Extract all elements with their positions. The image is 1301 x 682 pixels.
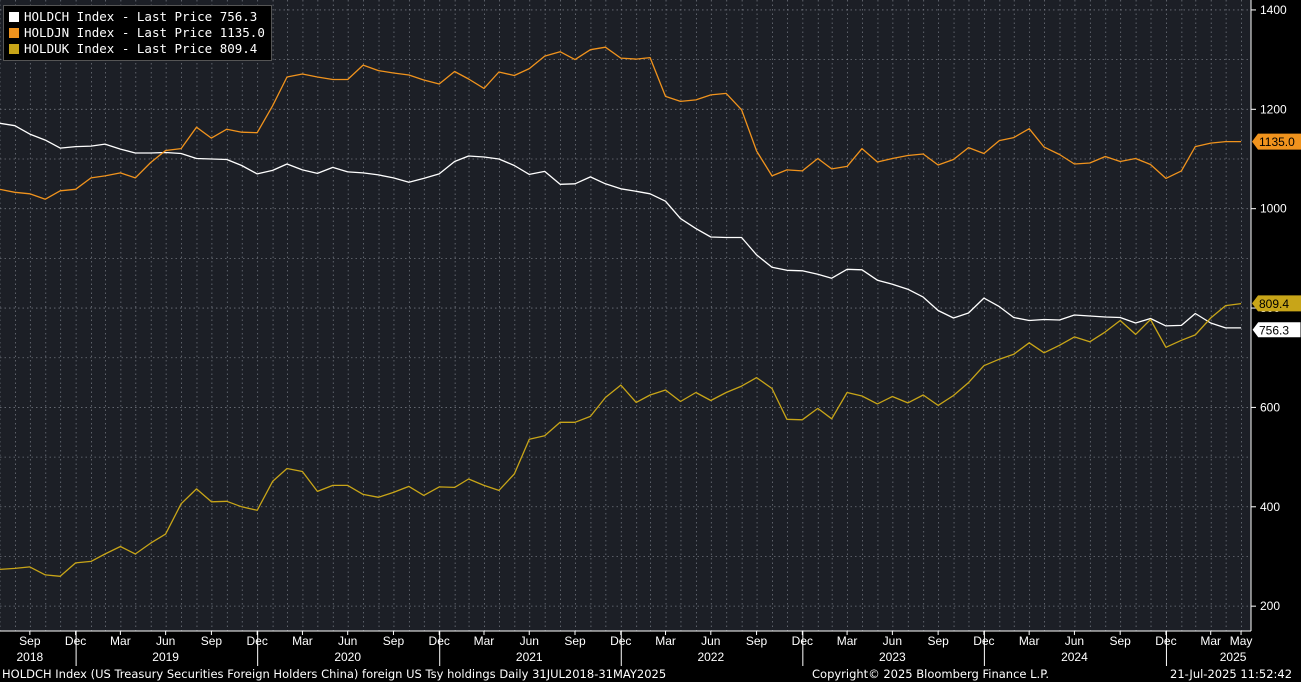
x-tick-label: Jun (701, 634, 720, 648)
x-tick-label: Sep (564, 634, 586, 648)
x-tick-label: Mar (1019, 634, 1040, 648)
legend-ticker: HOLDCH Index (24, 9, 115, 24)
y-tick-label: 200 (1260, 599, 1280, 613)
x-year-label: 2024 (1061, 650, 1088, 664)
last-value-text: 809.4 (1259, 297, 1289, 311)
x-tick-label: Sep (201, 634, 223, 648)
x-tick-label: May (1230, 634, 1253, 648)
x-tick-label: Sep (746, 634, 768, 648)
x-tick-label: Sep (1110, 634, 1132, 648)
x-tick-label: Jun (1065, 634, 1084, 648)
x-year-label: 2020 (334, 650, 361, 664)
footer-copyright: Copyright© 2025 Bloomberg Finance L.P. (812, 667, 1049, 681)
y-tick-label: 1000 (1260, 202, 1287, 216)
footer-description: HOLDCH Index (US Treasury Securities For… (2, 667, 667, 681)
x-tick-label: Jun (338, 634, 357, 648)
x-tick-label: Sep (927, 634, 949, 648)
x-tick-label: Jun (883, 634, 902, 648)
x-year-label: 2019 (152, 650, 179, 664)
x-tick-label: Sep (383, 634, 405, 648)
legend-last-value: 756.3 (219, 9, 258, 24)
y-tick-label: 1400 (1260, 3, 1287, 17)
plot-background (0, 0, 1251, 631)
legend-swatch-holdjn (9, 28, 19, 38)
footer: HOLDCH Index (US Treasury Securities For… (0, 666, 1301, 682)
y-tick-label: 600 (1260, 400, 1280, 414)
bottom-axis-background (0, 631, 1301, 666)
legend-swatch-holdch (9, 12, 19, 22)
legend-last-value: 1135.0 (219, 25, 265, 40)
x-tick-label: Jun (156, 634, 175, 648)
legend-ticker: HOLDUK Index (24, 41, 115, 56)
last-value-label-holduk: 809.4 (1252, 295, 1301, 312)
y-tick-label: 400 (1260, 500, 1280, 514)
legend-last-value: 809.4 (219, 41, 258, 56)
footer-timestamp: 21-Jul-2025 11:52:42 (1170, 667, 1293, 681)
x-tick-label: Mar (292, 634, 313, 648)
x-year-label: 2021 (516, 650, 543, 664)
legend-last-label: Last Price (136, 25, 213, 40)
x-year-label: 2025 (1220, 650, 1247, 664)
legend-entry-holdjn: HOLDJN Index - Last Price 1135.0 (9, 25, 265, 41)
x-tick-label: Sep (19, 634, 41, 648)
legend-ticker: HOLDJN Index (24, 25, 115, 40)
last-value-text: 1135.0 (1259, 135, 1295, 149)
last-value-text: 756.3 (1259, 323, 1289, 337)
x-tick-label: Jun (520, 634, 539, 648)
x-tick-label: Mar (1200, 634, 1221, 648)
x-year-label: 2018 (16, 650, 43, 664)
legend-last-label: Last Price (136, 41, 213, 56)
legend-last-label: Last Price (136, 9, 213, 24)
chart: 200400600800100012001400 SepDecMarJunSep… (0, 0, 1301, 666)
x-tick-label: Mar (474, 634, 495, 648)
legend-swatch-holduk (9, 44, 19, 54)
x-year-label: 2023 (879, 650, 906, 664)
legend: HOLDCH Index - Last Price 756.3 HOLDJN I… (3, 5, 272, 61)
x-tick-label: Mar (837, 634, 858, 648)
last-value-label-holdjn: 1135.0 (1252, 133, 1301, 150)
right-axis-background (1251, 0, 1301, 631)
y-tick-label: 1200 (1260, 102, 1287, 116)
x-tick-label: Mar (110, 634, 131, 648)
legend-entry-holdch: HOLDCH Index - Last Price 756.3 (9, 9, 265, 25)
legend-entry-holduk: HOLDUK Index - Last Price 809.4 (9, 41, 265, 57)
x-year-label: 2022 (697, 650, 724, 664)
x-tick-label: Mar (655, 634, 676, 648)
last-value-label-holdch: 756.3 (1251, 321, 1301, 339)
